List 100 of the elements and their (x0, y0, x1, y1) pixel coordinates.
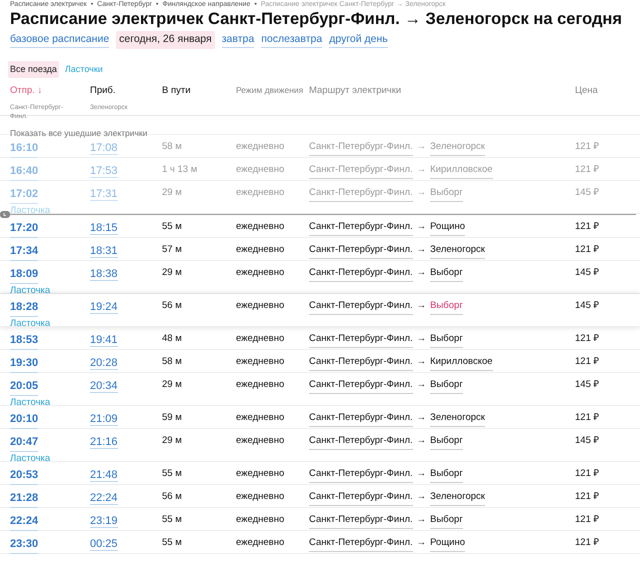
train-row[interactable]: 16:40 17:53 1 ч 13 м ежедневно Санкт-Петербург-Финл. → Кирилловское 121 ₽ (0, 158, 640, 182)
route-origin-link[interactable]: Санкт-Петербург-Финл. (309, 266, 413, 282)
arrival-time[interactable]: 21:09 (90, 413, 118, 426)
arrival-time[interactable]: 21:16 (90, 436, 118, 450)
train-row[interactable]: 22:24 23:19 55 м ежедневно Санкт-Петербург-Финл. → Выборг 121 ₽ (0, 508, 640, 532)
route-origin-link[interactable]: Санкт-Петербург-Финл. (309, 490, 413, 506)
route-arrow: → (416, 513, 426, 528)
route-arrow: → (416, 220, 426, 234)
price-text: 145 ₽ (575, 379, 600, 390)
route-destination-link[interactable]: Кирилловское (430, 355, 493, 370)
departure-time[interactable]: 19:30 (10, 355, 38, 373)
route-destination-link[interactable]: Кирилловское (430, 163, 493, 178)
duration-text: 29 м (162, 379, 182, 390)
price-text: 121 ₽ (575, 333, 600, 344)
route-origin-link[interactable]: Санкт-Петербург-Финл. (309, 434, 413, 450)
route-origin-link[interactable]: Санкт-Петербург-Финл. (309, 186, 413, 202)
departure-time[interactable]: 23:30 (10, 536, 38, 554)
departure-column-header[interactable]: Отпр. ↓ (10, 84, 90, 98)
arrival-time[interactable]: 18:38 (90, 268, 118, 282)
route-origin-link[interactable]: Санкт-Петербург-Финл. (309, 140, 413, 156)
route-origin-link[interactable]: Санкт-Петербург-Финл. (309, 355, 413, 370)
day-link[interactable]: сегодня, 26 января (116, 31, 215, 49)
duration-text: 1 ч 13 м (162, 164, 198, 176)
route-destination-link[interactable]: Выборг (430, 378, 463, 394)
route-origin-link[interactable]: Санкт-Петербург-Финл. (309, 536, 413, 552)
train-row[interactable]: 18:28 Ласточка 19:24 56 м ежедневно Санкт-Петербург-Финл. → Выборг 145 ₽ (0, 294, 640, 328)
arrival-time[interactable]: 20:34 (90, 380, 118, 394)
arrival-time[interactable]: 18:31 (90, 245, 118, 258)
day-link[interactable]: базовое расписание (10, 32, 110, 48)
train-row[interactable]: 17:20 18:15 55 м ежедневно Санкт-Петербург-Финл. → Рощино 121 ₽ (0, 215, 640, 238)
departure-time[interactable]: 18:53 (10, 332, 38, 350)
train-row[interactable]: 18:53 19:41 48 м ежедневно Санкт-Петербург-Финл. → Выборг 121 ₽ (0, 327, 640, 350)
route-origin-link[interactable]: Санкт-Петербург-Финл. (309, 220, 413, 236)
arrival-time[interactable]: 20:28 (90, 357, 118, 370)
departure-time[interactable]: 22:24 (10, 513, 38, 531)
route-arrow: → (416, 266, 426, 280)
price-text: 121 ₽ (575, 244, 600, 256)
departure-time[interactable]: 20:10 (10, 411, 38, 429)
train-filter-tab[interactable]: Все поезда (8, 60, 59, 78)
route-destination-link[interactable]: Зеленогорск (430, 411, 485, 426)
arrival-time[interactable]: 23:19 (90, 515, 118, 528)
train-row[interactable]: 20:10 21:09 59 м ежедневно Санкт-Петербург-Финл. → Зеленогорск 121 ₽ (0, 406, 640, 430)
route-origin-link[interactable]: Санкт-Петербург-Финл. (309, 411, 413, 426)
day-link[interactable]: другой день (329, 32, 388, 48)
price-text: 145 ₽ (575, 300, 600, 312)
price-text: 121 ₽ (575, 356, 600, 368)
schedule-mode-text: ежедневно (236, 412, 284, 424)
route-origin-link[interactable]: Санкт-Петербург-Финл. (309, 332, 413, 348)
train-row[interactable]: 20:47 Ласточка 21:16 29 м ежедневно Санкт-Петербург-Финл. → Выборг 145 ₽ (0, 429, 640, 462)
arrival-time[interactable]: 19:41 (90, 334, 118, 348)
price-text: 121 ₽ (575, 491, 600, 502)
schedule-mode-text: ежедневно (236, 356, 284, 368)
duration-column-header[interactable]: В пути (162, 85, 191, 96)
departure-time[interactable]: 17:20 (10, 220, 38, 238)
route-arrow: → (416, 378, 426, 392)
train-filter-tab[interactable]: Ласточки (64, 62, 103, 76)
departure-time[interactable]: 20:47 (10, 434, 38, 452)
train-row[interactable]: 21:28 22:24 56 м ежедневно Санкт-Петербург-Финл. → Зеленогорск 121 ₽ (0, 485, 640, 508)
train-row[interactable]: 20:05 Ласточка 20:34 29 м ежедневно Санкт-Петербург-Финл. → Выборг 145 ₽ (0, 373, 640, 406)
arrival-time[interactable]: 18:15 (90, 222, 118, 236)
route-destination-link[interactable]: Выборг (430, 299, 463, 314)
duration-text: 55 м (162, 537, 182, 548)
route-origin-link[interactable]: Санкт-Петербург-Финл. (309, 243, 413, 258)
departure-time[interactable]: 21:28 (10, 490, 38, 508)
schedule-mode-text: ежедневно (236, 379, 284, 390)
route-destination-link[interactable]: Выборг (430, 513, 463, 528)
route-destination-link[interactable]: Выборг (430, 434, 463, 450)
duration-text: 56 м (162, 491, 182, 502)
train-row[interactable]: 20:53 21:48 55 м ежедневно Санкт-Петербург-Финл. → Выборг 121 ₽ (0, 462, 640, 486)
price-text: 121 ₽ (575, 412, 600, 424)
route-destination-link[interactable]: Рощино (430, 220, 465, 236)
departure-time[interactable]: 18:28 (10, 299, 38, 317)
price-text: 145 ₽ (575, 187, 600, 198)
route-destination-link[interactable]: Зеленогорск (430, 140, 485, 156)
arrival-time[interactable]: 22:24 (90, 492, 118, 506)
train-row[interactable]: 19:30 20:28 58 м ежедневно Санкт-Петербург-Финл. → Кирилловское 121 ₽ (0, 350, 640, 374)
route-origin-link[interactable]: Санкт-Петербург-Финл. (309, 513, 413, 528)
train-row[interactable]: 17:34 18:31 57 м ежедневно Санкт-Петербург-Финл. → Зеленогорск 121 ₽ (0, 238, 640, 262)
route-destination-link[interactable]: Зеленогорск (430, 490, 485, 506)
departure-time[interactable]: 18:09 (10, 266, 38, 284)
arrival-time[interactable]: 21:48 (90, 469, 118, 482)
departure-time[interactable]: 20:53 (10, 467, 38, 485)
train-row[interactable]: 23:30 00:25 55 м ежедневно Санкт-Петербург-Финл. → Рощино 121 ₽ (0, 531, 640, 554)
arrival-time[interactable]: 19:24 (90, 301, 118, 314)
route-origin-link[interactable]: Санкт-Петербург-Финл. (309, 299, 413, 314)
departure-time[interactable]: 17:34 (10, 243, 38, 261)
route-destination-link[interactable]: Выборг (430, 266, 463, 282)
arrival-column-header[interactable]: Приб. (90, 84, 162, 98)
route-destination-link[interactable]: Рощино (430, 536, 465, 552)
route-origin-link[interactable]: Санкт-Петербург-Финл. (309, 378, 413, 394)
departure-time[interactable]: 20:05 (10, 378, 38, 396)
route-destination-link[interactable]: Зеленогорск (430, 243, 485, 258)
day-link[interactable]: завтра (222, 32, 254, 48)
route-destination-link[interactable]: Выборг (430, 186, 463, 202)
route-origin-link[interactable]: Санкт-Петербург-Финл. (309, 163, 413, 178)
arrival-time[interactable]: 00:25 (90, 538, 118, 552)
route-destination-link[interactable]: Выборг (430, 467, 463, 482)
route-origin-link[interactable]: Санкт-Петербург-Финл. (309, 467, 413, 482)
route-destination-link[interactable]: Выборг (430, 332, 463, 348)
day-link[interactable]: послезавтра (261, 32, 322, 48)
